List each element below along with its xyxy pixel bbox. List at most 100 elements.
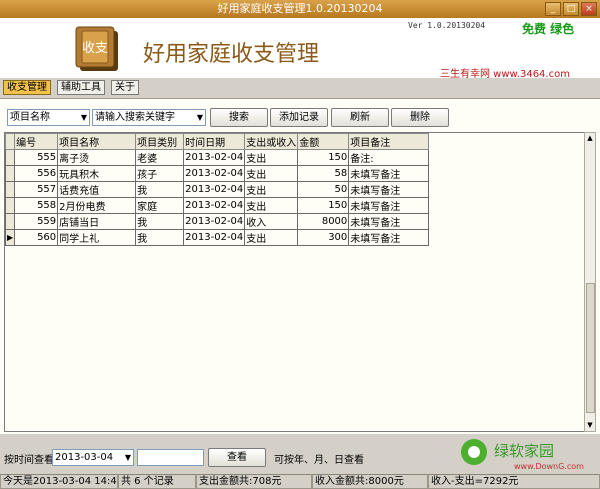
table-cell[interactable]: 未填写备注 — [348, 229, 430, 246]
column-header[interactable]: 项目类别 — [135, 133, 185, 150]
table-row[interactable]: ▶ 560 同学上礼我 2013-02-04 支出 300 未填写备注 — [4, 229, 430, 246]
table-cell[interactable]: 未填写备注 — [348, 197, 430, 214]
menu-about[interactable]: 关于 — [111, 80, 139, 95]
table-cell[interactable]: 150 — [297, 149, 350, 166]
status-income: 收入金额共:8000元 — [312, 474, 428, 489]
column-header[interactable]: 编号 — [14, 133, 59, 150]
table-row[interactable]: 555 离子烫 老婆 2013-02-04 支出 150 备注: — [4, 149, 430, 166]
app-banner: 收支 好用家庭收支管理 Ver 1.0.20130204 免费 绿色 三生有幸网… — [0, 18, 600, 80]
scroll-up-icon[interactable]: ▲ — [585, 133, 595, 144]
free-badge: 免费 绿色 — [522, 22, 575, 36]
table-cell[interactable]: 支出 — [244, 149, 299, 166]
table-cell[interactable]: 备注: — [348, 149, 430, 166]
add-record-button[interactable]: 添加记录 — [270, 108, 328, 127]
table-cell[interactable]: 2013-02-04 — [183, 181, 246, 198]
column-header[interactable]: 项目名称 — [57, 133, 137, 150]
table-cell[interactable]: 孩子 — [135, 165, 185, 182]
column-header[interactable]: 支出或收入 — [244, 133, 299, 150]
table-cell[interactable]: 300 — [297, 229, 350, 246]
table-cell[interactable]: 老婆 — [135, 149, 185, 166]
status-today: 今天是2013-03-04 14:42:0 — [0, 474, 118, 489]
chevron-down-icon: ▼ — [196, 113, 203, 122]
table-cell[interactable]: 支出 — [244, 229, 299, 246]
table-row[interactable]: 559 店铺当日我 2013-02-04 收入 8000 未填写备注 — [4, 213, 430, 230]
refresh-button[interactable]: 刷新 — [331, 108, 389, 127]
row-indicator[interactable] — [4, 197, 16, 214]
table-cell[interactable]: 话费充值 — [57, 181, 137, 198]
table-cell[interactable]: 支出 — [244, 197, 299, 214]
table-cell[interactable]: 我 — [135, 213, 185, 230]
table-cell[interactable]: 555 — [14, 149, 59, 166]
watermark-url: www.DownG.com — [514, 462, 584, 471]
table-cell[interactable]: 店铺当日 — [57, 213, 137, 230]
row-indicator[interactable] — [4, 149, 16, 166]
column-header[interactable]: 项目备注 — [348, 133, 430, 150]
table-cell[interactable]: 家庭 — [135, 197, 185, 214]
minimize-icon[interactable]: _ — [545, 2, 561, 16]
row-indicator[interactable]: ▶ — [4, 229, 16, 246]
table-cell[interactable]: 2013-02-04 — [183, 165, 246, 182]
table-cell[interactable]: 150 — [297, 197, 350, 214]
version-label: Ver 1.0.20130204 — [408, 21, 486, 30]
downg-watermark-logo: 绿软家园 www.DownG.com — [461, 439, 584, 471]
view-button[interactable]: 查看 — [208, 448, 266, 467]
table-cell[interactable]: 558 — [14, 197, 59, 214]
table-cell[interactable]: 支出 — [244, 181, 299, 198]
date-picker[interactable]: 2013-03-04 ▼ — [52, 449, 134, 466]
table-cell[interactable]: 离子烫 — [57, 149, 137, 166]
table-cell[interactable]: 同学上礼 — [57, 229, 137, 246]
search-toolbar: 项目名称 ▼ 请输入搜索关键字 ▼ 搜索 添加记录 刷新 删除 — [0, 99, 600, 131]
table-row[interactable]: 556 玩具积木 孩子 2013-02-04 支出 58 未填写备注 — [4, 165, 430, 182]
book-logo-icon: 收支 — [75, 26, 118, 71]
chevron-down-icon: ▼ — [80, 113, 87, 122]
table-cell[interactable]: 2013-02-04 — [183, 149, 246, 166]
table-cell[interactable]: 未填写备注 — [348, 165, 430, 182]
table-cell[interactable]: 支出 — [244, 165, 299, 182]
table-cell[interactable]: 58 — [297, 165, 350, 182]
keyword-input[interactable]: 请输入搜索关键字 ▼ — [92, 109, 206, 126]
table-cell[interactable]: 未填写备注 — [348, 213, 430, 230]
row-indicator[interactable] — [4, 213, 16, 230]
table-cell[interactable]: 玩具积木 — [57, 165, 137, 182]
row-indicator[interactable] — [4, 181, 16, 198]
table-header-row: 编号 项目名称 项目类别 时间日期 支出或收入 金额 项目备注 — [4, 133, 430, 150]
table-cell[interactable]: 我 — [135, 229, 185, 246]
field-select[interactable]: 项目名称 ▼ — [7, 109, 90, 126]
table-cell[interactable]: 559 — [14, 213, 59, 230]
date-value: 2013-03-04 — [55, 452, 114, 463]
table-cell[interactable]: 50 — [297, 181, 350, 198]
row-indicator[interactable] — [4, 165, 16, 182]
window-controls: _ □ × — [545, 2, 597, 16]
delete-button[interactable]: 删除 — [391, 108, 449, 127]
keyword-placeholder: 请输入搜索关键字 — [95, 112, 175, 123]
menu-bar: 收支管理 辅助工具 关于 — [0, 78, 600, 98]
table-cell[interactable]: 2月份电费 — [57, 197, 137, 214]
table-cell[interactable]: 560 — [14, 229, 59, 246]
menu-income-expense[interactable]: 收支管理 — [3, 80, 51, 95]
table-cell[interactable]: 2013-02-04 — [183, 197, 246, 214]
logo-text: 收支 — [82, 41, 108, 56]
vertical-scrollbar[interactable]: ▲ ▼ — [584, 132, 596, 432]
search-button[interactable]: 搜索 — [210, 108, 268, 127]
watermark-brand: 绿软家园 — [494, 442, 554, 460]
menu-tools[interactable]: 辅助工具 — [57, 80, 105, 95]
table-cell[interactable]: 收入 — [244, 213, 299, 230]
scroll-thumb[interactable] — [586, 283, 595, 413]
table-cell[interactable]: 我 — [135, 181, 185, 198]
table-cell[interactable]: 2013-02-04 — [183, 229, 246, 246]
column-header[interactable]: 时间日期 — [183, 133, 246, 150]
table-cell[interactable]: 556 — [14, 165, 59, 182]
column-header[interactable]: 金额 — [297, 133, 350, 150]
table-row[interactable]: 557 话费充值我 2013-02-04 支出 50 未填写备注 — [4, 181, 430, 198]
close-icon[interactable]: × — [581, 2, 597, 16]
table-cell[interactable]: 2013-02-04 — [183, 213, 246, 230]
scroll-down-icon[interactable]: ▼ — [585, 420, 595, 431]
maximize-icon[interactable]: □ — [563, 2, 579, 16]
table-cell[interactable]: 未填写备注 — [348, 181, 430, 198]
main-panel: 项目名称 ▼ 请输入搜索关键字 ▼ 搜索 添加记录 刷新 删除 编号 项目名称 … — [0, 98, 600, 434]
table-cell[interactable]: 557 — [14, 181, 59, 198]
records-grid[interactable]: 编号 项目名称 项目类别 时间日期 支出或收入 金额 项目备注 555 离子烫 老婆… — [4, 132, 585, 432]
date-text-input[interactable] — [137, 449, 204, 466]
table-row[interactable]: 558 2月份电费 家庭 2013-02-04 支出 150 未填写备注 — [4, 197, 430, 214]
table-cell[interactable]: 8000 — [297, 213, 350, 230]
